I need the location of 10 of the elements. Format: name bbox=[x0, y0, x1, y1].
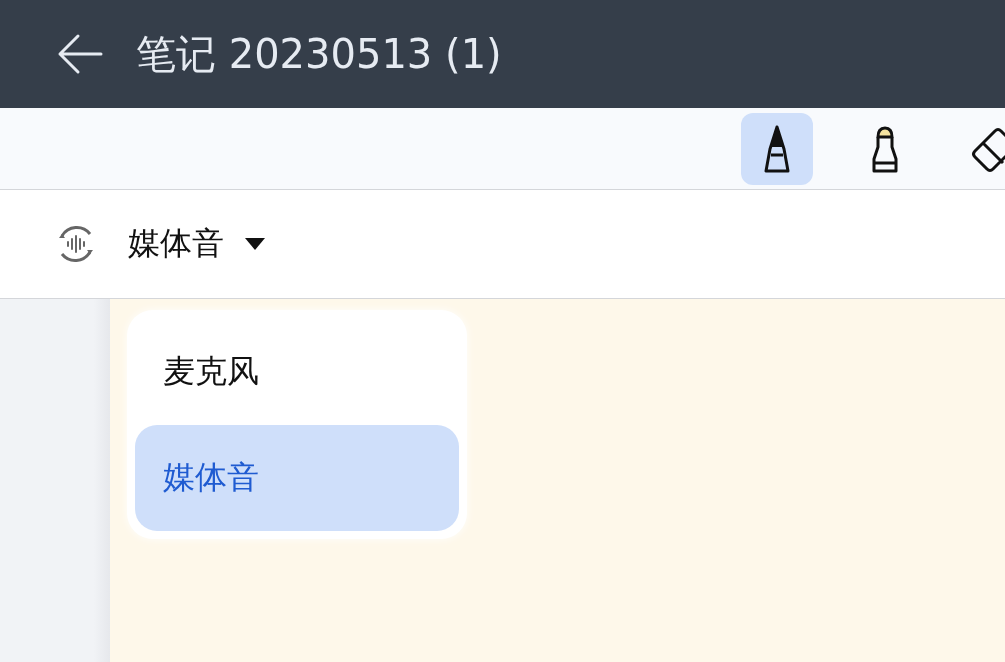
back-button[interactable] bbox=[56, 32, 104, 76]
menu-item[interactable]: 麦克风 bbox=[135, 319, 459, 425]
back-icon bbox=[56, 32, 104, 76]
highlighter-icon bbox=[870, 124, 900, 173]
note-title: 笔记 20230513 (1) bbox=[136, 29, 502, 79]
menu-item[interactable]: 媒体音 bbox=[135, 425, 459, 531]
caret-icon bbox=[244, 237, 266, 251]
pen-tool-button[interactable] bbox=[741, 112, 813, 185]
audio-source-dropdown[interactable]: 媒体音 bbox=[128, 222, 266, 266]
pen-icon bbox=[762, 124, 792, 173]
